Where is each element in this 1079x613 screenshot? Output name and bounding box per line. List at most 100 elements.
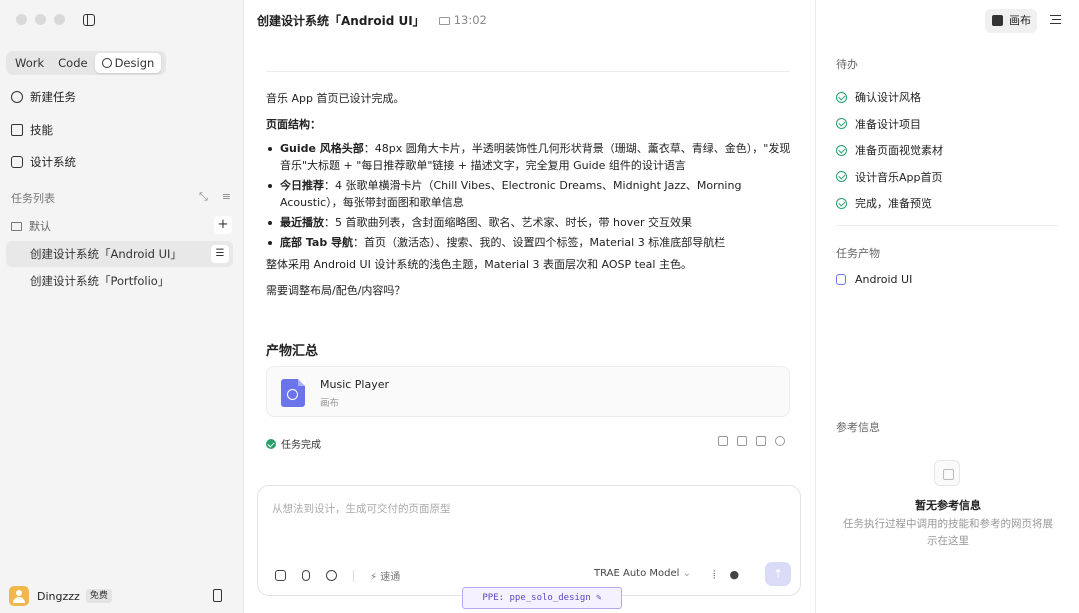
check-circle-icon <box>836 91 847 103</box>
user-profile[interactable]: Dingzzz 免费 <box>9 585 231 607</box>
folder-default[interactable]: 默认 + <box>11 216 232 234</box>
product-item[interactable]: Android UI <box>836 273 912 286</box>
skill-icon[interactable] <box>326 570 337 581</box>
speed-label: 速通 <box>380 572 401 583</box>
task-item-label: 创建设计系统「Portfolio」 <box>30 274 170 288</box>
todo-item: 完成，准备预览 <box>836 190 943 217</box>
empty-reference-desc: 任务执行过程中调用的技能和参考的网页将展示在这里 <box>843 518 1053 547</box>
canvas-button[interactable]: 画布 <box>985 9 1037 33</box>
message-actions <box>718 436 785 446</box>
ppe-env-badge[interactable]: PPE: ppe_solo_design ✎ <box>462 587 622 609</box>
divider <box>266 71 790 72</box>
design-system-icon <box>11 156 23 168</box>
thumbs-up-icon[interactable] <box>718 436 728 446</box>
check-circle-icon <box>836 118 847 130</box>
tab-design-label: Design <box>114 56 155 70</box>
divider <box>353 569 354 582</box>
window-controls <box>16 14 65 25</box>
artifact-type: 画布 <box>320 398 340 409</box>
mobile-icon[interactable] <box>213 589 222 602</box>
task-item[interactable]: 创建设计系统「Portfolio」 <box>6 268 233 294</box>
avatar <box>9 586 29 606</box>
speed-toggle[interactable]: ⚡ 速通 <box>370 568 400 583</box>
reference-title: 参考信息 <box>836 421 880 434</box>
add-task-button[interactable]: + <box>214 216 232 234</box>
folder-icon <box>438 17 450 25</box>
todo-item: 准备页面视觉素材 <box>836 137 943 164</box>
empty-reference-icon <box>934 460 960 486</box>
check-circle-icon <box>836 171 847 183</box>
sidebar-toggle-icon[interactable] <box>83 14 95 26</box>
skills-item[interactable]: 技能 <box>11 120 53 140</box>
todo-item: 设计音乐App首页 <box>836 164 943 191</box>
composer[interactable]: 从想法到设计，生成可交付的页面原型 ⚡ 速通 TRAE Auto Model ⦙… <box>257 485 801 596</box>
todo-item: 准备设计项目 <box>836 111 943 138</box>
collapse-icon[interactable]: ⤡ <box>199 190 208 204</box>
assistant-message: 音乐 App 首页已设计完成。 页面结构： Guide 风格头部：48px 圆角… <box>266 88 794 306</box>
main-panel: 创建设计系统「Android UI」 13:02 音乐 App 首页已设计完成。… <box>243 0 815 613</box>
mode-icon[interactable] <box>275 570 286 581</box>
task-list-title: 任务列表 <box>11 192 55 205</box>
plan-badge: 免费 <box>85 589 112 603</box>
check-circle-icon <box>836 197 847 209</box>
user-name: Dingzzz <box>37 589 80 603</box>
new-task-label: 新建任务 <box>30 90 76 104</box>
attach-icon[interactable] <box>302 570 310 581</box>
minimize-window-button[interactable] <box>35 14 46 25</box>
folder-icon <box>11 221 22 231</box>
retry-icon[interactable] <box>775 436 785 446</box>
composer-toolbar: ⚡ 速通 <box>275 568 400 583</box>
design-system-item[interactable]: 设计系统 <box>11 152 76 172</box>
task-item[interactable]: 创建设计系统「Android UI」 ☰ <box>6 241 233 267</box>
waveform-icon[interactable]: ⦙ <box>713 568 729 581</box>
artifact-summary-title: 产物汇总 <box>266 344 319 359</box>
close-window-button[interactable] <box>16 14 27 25</box>
panel-menu-icon[interactable] <box>1050 15 1061 24</box>
sidebar: Work Code Design 新建任务 技能 设计系统 任务列表 ⤡ ≡ 默… <box>0 0 243 613</box>
structure-title: 页面结构： <box>266 118 321 131</box>
time-label: 13:02 <box>453 13 487 27</box>
send-button[interactable]: ↑ <box>765 562 791 586</box>
tab-code[interactable]: Code <box>51 53 94 73</box>
todo-title: 待办 <box>836 58 858 71</box>
canvas-file-icon <box>281 379 305 407</box>
products-title: 任务产物 <box>836 247 880 260</box>
design-system-label: 设计系统 <box>30 155 76 169</box>
todo-list: 确认设计风格 准备设计项目 准备页面视觉素材 设计音乐App首页 完成，准备预览 <box>836 84 943 217</box>
palette-icon <box>101 58 112 68</box>
model-select[interactable]: TRAE Auto Model <box>594 568 691 579</box>
task-item-label: 创建设计系统「Android UI」 <box>30 247 182 261</box>
composer-input[interactable]: 从想法到设计，生成可交付的页面原型 <box>272 501 451 516</box>
tab-work[interactable]: Work <box>8 53 51 73</box>
right-panel: 画布 待办 确认设计风格 准备设计项目 准备页面视觉素材 设计音乐App首页 完… <box>815 0 1079 613</box>
todo-item: 确认设计风格 <box>836 84 943 111</box>
mode-tabs: Work Code Design <box>6 51 166 75</box>
book-icon <box>11 124 23 136</box>
artifact-name: Music Player <box>320 378 390 391</box>
app-window: Work Code Design 新建任务 技能 设计系统 任务列表 ⤡ ≡ 默… <box>0 0 1079 613</box>
thumbs-down-icon[interactable] <box>737 436 747 446</box>
page-title: 创建设计系统「Android UI」 <box>257 13 425 28</box>
structure-list: Guide 风格头部：48px 圆角大卡片，半透明装饰性几何形状背景（珊瑚、薰衣… <box>266 140 794 251</box>
tab-design[interactable]: Design <box>94 53 162 73</box>
maximize-window-button[interactable] <box>54 14 65 25</box>
message-intro: 音乐 App 首页已设计完成。 <box>266 92 405 105</box>
palette-icon <box>836 274 846 285</box>
filter-icon[interactable]: ≡ <box>222 190 231 204</box>
new-task-icon <box>11 91 23 103</box>
task-list-header: 任务列表 ⤡ ≡ <box>11 190 231 205</box>
task-list-icon[interactable]: ☰ <box>211 245 229 263</box>
check-circle-icon <box>266 438 276 449</box>
microphone-icon[interactable]: ● <box>729 568 753 581</box>
artifact-card[interactable]: Music Player 画布 <box>266 366 790 417</box>
new-task-item[interactable]: 新建任务 <box>11 87 76 107</box>
copy-icon[interactable] <box>756 436 766 446</box>
product-label: Android UI <box>855 273 913 286</box>
list-item: 最近播放：5 首歌曲列表，含封面缩略图、歌名、艺术家、时长，带 hover 交互… <box>266 214 794 231</box>
voice-controls: ⦙● <box>713 568 753 582</box>
message-summary: 整体采用 Android UI 设计系统的浅色主题，Material 3 表面层… <box>266 258 692 271</box>
message-question: 需要调整布局/配色/内容吗？ <box>266 284 406 297</box>
check-circle-icon <box>836 144 847 156</box>
task-time: 13:02 <box>438 13 487 27</box>
list-item: 今日推荐：4 张歌单横滑卡片（Chill Vibes、Electronic Dr… <box>266 177 794 211</box>
